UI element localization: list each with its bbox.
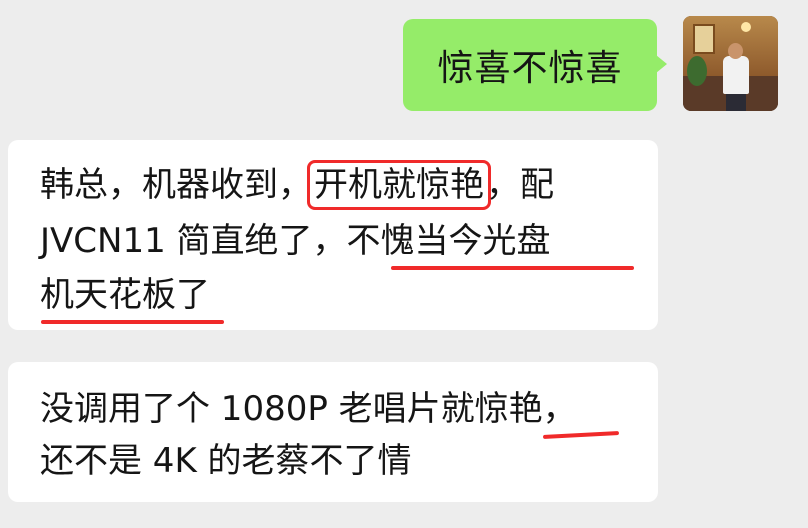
message-line: JVCN11 简直绝了，不愧当今光盘 bbox=[40, 216, 551, 266]
message-text-segment: 韩总，机器收到， bbox=[40, 165, 312, 205]
outgoing-message-row: 惊喜不惊喜 bbox=[0, 0, 808, 130]
underlined-text-segment: 不愧当今光盘 bbox=[346, 221, 551, 261]
message-text-segment: JVCN11 简直绝了， bbox=[40, 221, 347, 261]
message-line: 没调用了个 1080P 老唱片就惊艳， bbox=[40, 384, 577, 434]
underlined-text-segment: 机天花板了 bbox=[40, 275, 210, 315]
red-underline-mark bbox=[41, 320, 224, 324]
underlined-text-segment: 惊艳 bbox=[474, 389, 543, 429]
outgoing-message-text: 惊喜不惊喜 bbox=[437, 48, 623, 89]
avatar[interactable] bbox=[683, 16, 778, 111]
outgoing-message-bubble[interactable]: 惊喜不惊喜 bbox=[403, 19, 667, 111]
message-text-segment: ，配 bbox=[486, 165, 554, 205]
chat-window: 惊喜不惊喜 韩总，机器收到，开机就惊艳，配 JVCN11 简直绝了，不愧当今光盘… bbox=[0, 0, 808, 528]
message-line: 机天花板了 bbox=[40, 270, 210, 320]
message-text-segment: 没调用了个 1080P 老唱片就 bbox=[40, 389, 475, 429]
message-line: 韩总，机器收到，开机就惊艳，配 bbox=[40, 160, 554, 210]
message-line: 还不是 4K 的老蔡不了情 bbox=[40, 436, 412, 486]
red-underline-mark bbox=[391, 266, 634, 270]
incoming-message-bubble[interactable]: 韩总，机器收到，开机就惊艳，配 JVCN11 简直绝了，不愧当今光盘 机天花板了 bbox=[8, 140, 658, 330]
message-text-segment: ， bbox=[542, 389, 577, 429]
highlighted-text-segment: 开机就惊艳 bbox=[307, 160, 491, 210]
incoming-message-bubble[interactable]: 没调用了个 1080P 老唱片就惊艳， 还不是 4K 的老蔡不了情 bbox=[8, 362, 658, 502]
message-text-segment: 还不是 4K 的老蔡不了情 bbox=[40, 441, 412, 481]
